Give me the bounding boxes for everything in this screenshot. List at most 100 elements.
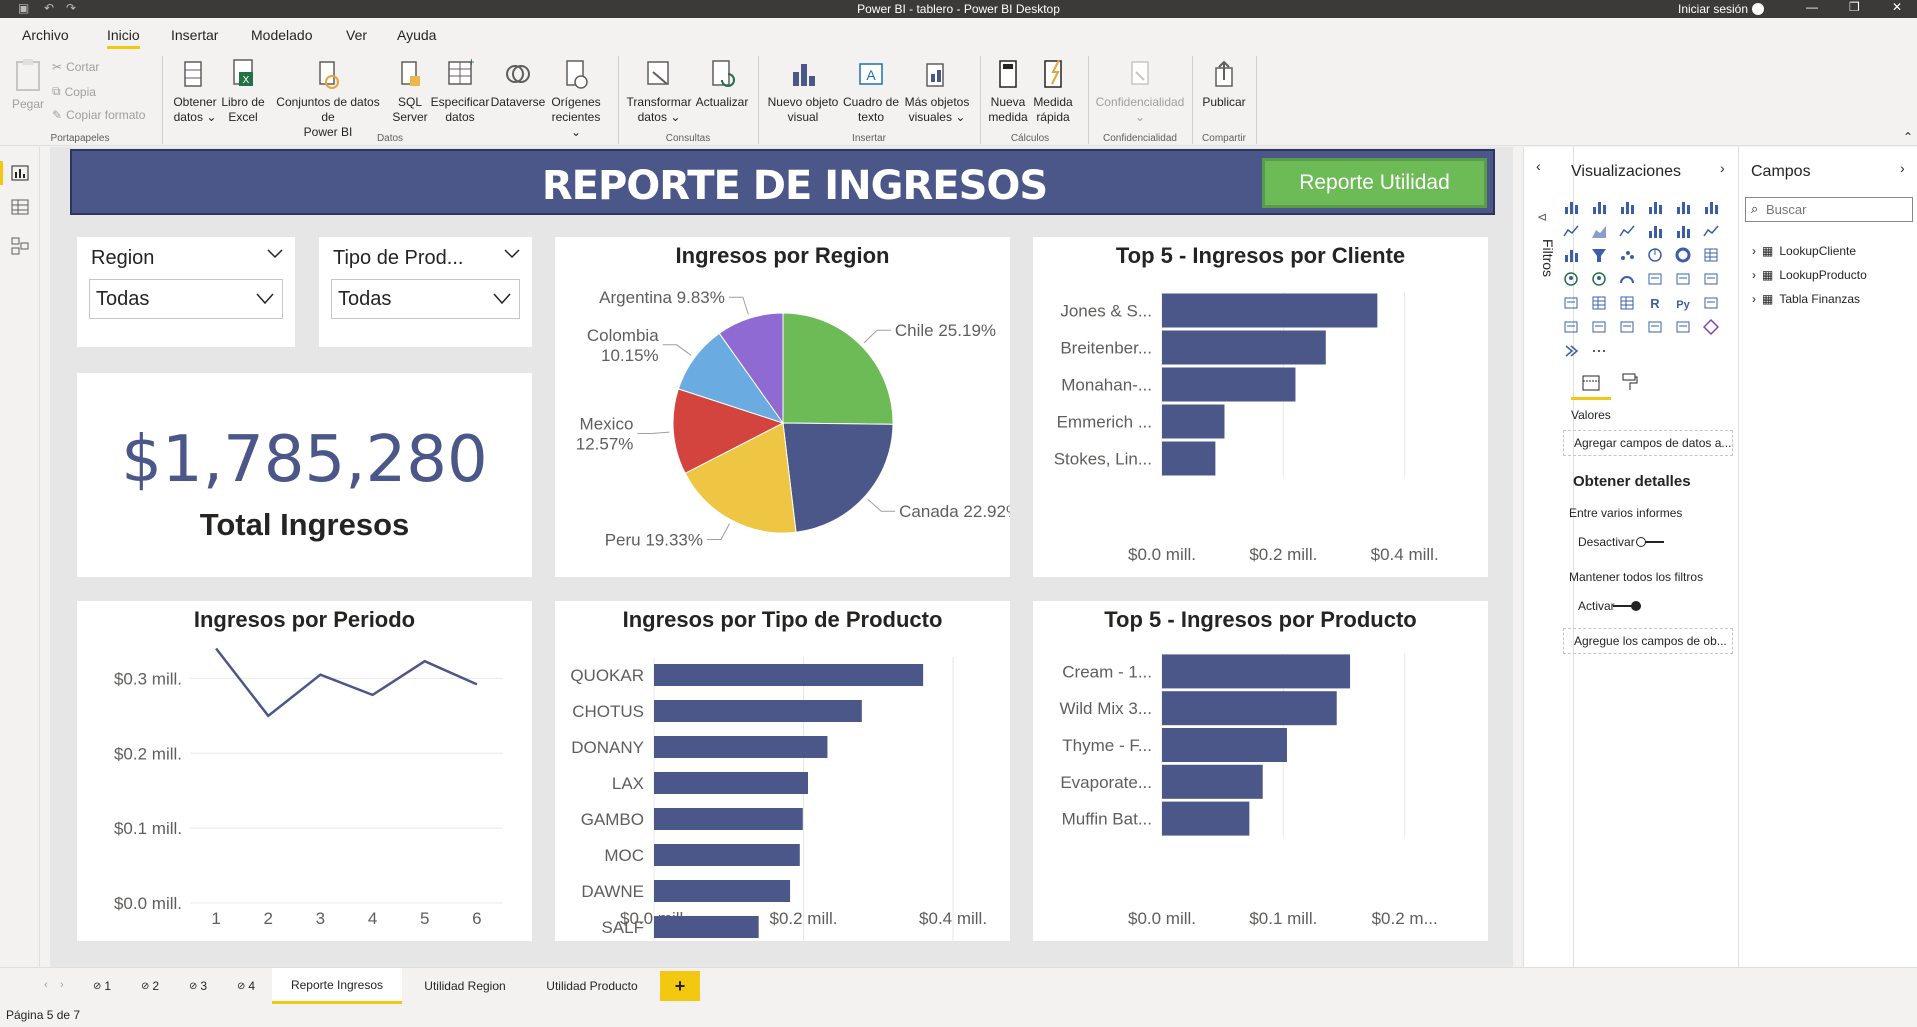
- bar[interactable]: [1162, 801, 1250, 836]
- restore-icon[interactable]: ❐: [1849, 0, 1860, 14]
- bar[interactable]: [1162, 654, 1351, 689]
- reporte-utilidad-button[interactable]: Reporte Utilidad: [1262, 158, 1487, 208]
- actualizar-button[interactable]: Actualizar: [692, 58, 752, 110]
- visual-bar-icon[interactable]: [1647, 199, 1663, 215]
- menu-inicio[interactable]: Inicio: [107, 27, 140, 49]
- add-page-button[interactable]: +: [660, 971, 700, 1001]
- confidencialidad-button[interactable]: Confidencialidad ⌄: [1094, 58, 1186, 125]
- visual-Py-icon[interactable]: Py: [1675, 295, 1691, 311]
- visual-chevron-icon[interactable]: [1563, 343, 1579, 359]
- visual-R-icon[interactable]: R: [1647, 295, 1663, 311]
- cortar-button[interactable]: ✂ Cortar: [52, 60, 99, 74]
- cliente-bar-card[interactable]: Top 5 - Ingresos por Cliente $0.0 mill. $…: [1033, 237, 1488, 577]
- bar[interactable]: [654, 844, 800, 866]
- libro-excel-button[interactable]: X Libro de Excel: [218, 58, 268, 125]
- model-view-icon[interactable]: [11, 237, 29, 255]
- tab-utilidad-region[interactable]: Utilidad Region: [408, 968, 522, 1004]
- campos-search[interactable]: ⌕: [1745, 197, 1913, 222]
- tab-page-3[interactable]: ⊘ 3: [178, 968, 218, 1004]
- origenes-recientes-button[interactable]: Orígenes recientes ⌄: [546, 58, 606, 140]
- menu-ver[interactable]: Ver: [346, 27, 367, 43]
- bar[interactable]: [654, 736, 828, 758]
- visual-bar-icon[interactable]: [1703, 199, 1719, 215]
- tab-page-2[interactable]: ⊘ 2: [130, 968, 170, 1004]
- agregue-campos-well[interactable]: Agregue los campos de ob...: [1563, 628, 1733, 654]
- bar[interactable]: [654, 916, 759, 938]
- publicar-button[interactable]: Publicar: [1198, 58, 1250, 110]
- producto-bar-card[interactable]: Top 5 - Ingresos por Producto $0.0 mill.…: [1033, 601, 1488, 941]
- tab-utilidad-producto[interactable]: Utilidad Producto: [528, 968, 656, 1004]
- visual-line-icon[interactable]: [1563, 223, 1579, 239]
- minimize-icon[interactable]: —: [1806, 0, 1818, 14]
- visual-bar-icon[interactable]: [1563, 247, 1579, 263]
- visual-bar-icon[interactable]: [1591, 199, 1607, 215]
- visual-line-icon[interactable]: [1619, 223, 1635, 239]
- mas-objetos-visuales-button[interactable]: Más objetos visuales ⌄: [900, 58, 974, 125]
- menu-modelado[interactable]: Modelado: [251, 27, 313, 43]
- visual-bar-icon[interactable]: [1675, 223, 1691, 239]
- visual-bar-icon[interactable]: [1647, 223, 1663, 239]
- format-tab[interactable]: [1620, 372, 1640, 400]
- obtener-datos-button[interactable]: Obtener datos ⌄: [170, 58, 220, 125]
- visual-card-icon[interactable]: [1675, 271, 1691, 287]
- table-lookupproducto[interactable]: › ▦ LookupProducto: [1752, 268, 1867, 282]
- report-view-icon[interactable]: [11, 165, 29, 181]
- nuevo-objeto-visual-button[interactable]: Nuevo objeto visual: [764, 58, 842, 125]
- visual-pie-icon[interactable]: [1647, 247, 1663, 263]
- bar[interactable]: [654, 808, 803, 830]
- visual-grid-icon[interactable]: [1703, 247, 1719, 263]
- tab-page-4[interactable]: ⊘ 4: [226, 968, 266, 1004]
- especificar-datos-button[interactable]: + Especificar datos: [430, 58, 490, 125]
- visual-bar-icon[interactable]: [1675, 199, 1691, 215]
- entre-informes-toggle[interactable]: [1636, 537, 1664, 547]
- menu-archivo[interactable]: Archivo: [22, 27, 69, 43]
- bar[interactable]: [1162, 330, 1326, 365]
- pie-card[interactable]: Ingresos por Region Chile 25.19% Canada 2…: [555, 237, 1010, 577]
- filtros-pane-label[interactable]: Filtros: [1540, 238, 1556, 278]
- pie-slice[interactable]: [782, 422, 894, 533]
- tab-scroll-right-icon[interactable]: ›: [60, 979, 64, 991]
- visual-grid-icon[interactable]: [1591, 295, 1607, 311]
- signin-link[interactable]: Iniciar sesión: [1678, 2, 1748, 16]
- dataverse-button[interactable]: Dataverse: [490, 58, 546, 110]
- menu-ayuda[interactable]: Ayuda: [397, 27, 436, 43]
- more-visuals-icon[interactable]: [1591, 343, 1607, 359]
- campos-search-input[interactable]: [1766, 200, 1906, 219]
- visual-card-icon[interactable]: [1647, 319, 1663, 335]
- visual-card-icon[interactable]: [1563, 295, 1579, 311]
- pie-slice[interactable]: [782, 312, 894, 425]
- conjuntos-datos-button[interactable]: Conjuntos de datos de Power BI: [268, 58, 388, 140]
- collapse-filters-icon[interactable]: ‹: [1536, 158, 1541, 174]
- table-tabla-finanzas[interactable]: › ▦ Tabla Finanzas: [1752, 292, 1860, 306]
- bar[interactable]: [1162, 367, 1296, 402]
- data-view-icon[interactable]: [11, 199, 29, 215]
- fields-well-tab[interactable]: [1571, 372, 1611, 400]
- nueva-medida-button[interactable]: Nueva medida: [984, 58, 1032, 125]
- visual-card-icon[interactable]: [1591, 319, 1607, 335]
- transformar-datos-button[interactable]: Transformar datos ⌄: [624, 58, 694, 125]
- slicer-region-dropdown[interactable]: Todas: [89, 279, 283, 319]
- bar[interactable]: [1162, 293, 1378, 328]
- visual-line-icon[interactable]: [1703, 223, 1719, 239]
- medida-rapida-button[interactable]: Medida rápida: [1030, 58, 1076, 125]
- visual-diamond-icon[interactable]: [1703, 319, 1719, 335]
- bar[interactable]: [1162, 441, 1216, 476]
- visual-map-icon[interactable]: [1591, 271, 1607, 287]
- visual-grid-icon[interactable]: [1619, 295, 1635, 311]
- slicer-tipo-dropdown[interactable]: Todas: [331, 279, 520, 319]
- visual-gauge-icon[interactable]: [1619, 271, 1635, 287]
- bar[interactable]: [654, 880, 791, 902]
- visual-card-icon[interactable]: [1619, 319, 1635, 335]
- visual-card-icon[interactable]: [1703, 295, 1719, 311]
- chevron-down-icon[interactable]: [504, 249, 520, 259]
- visual-funnel-icon[interactable]: [1591, 247, 1607, 263]
- table-lookupcliente[interactable]: › ▦ LookupCliente: [1752, 244, 1856, 258]
- visual-card-icon[interactable]: [1703, 271, 1719, 287]
- visual-card-icon[interactable]: [1647, 271, 1663, 287]
- bar[interactable]: [1162, 691, 1337, 726]
- bar[interactable]: [1162, 404, 1225, 439]
- periodo-line-card[interactable]: Ingresos por Periodo $0.0 mill. $0.1 mill…: [77, 601, 532, 941]
- agregar-campos-well[interactable]: Agregar campos de datos a...: [1563, 430, 1733, 456]
- bar[interactable]: [1162, 728, 1287, 762]
- visual-card-icon[interactable]: [1563, 319, 1579, 335]
